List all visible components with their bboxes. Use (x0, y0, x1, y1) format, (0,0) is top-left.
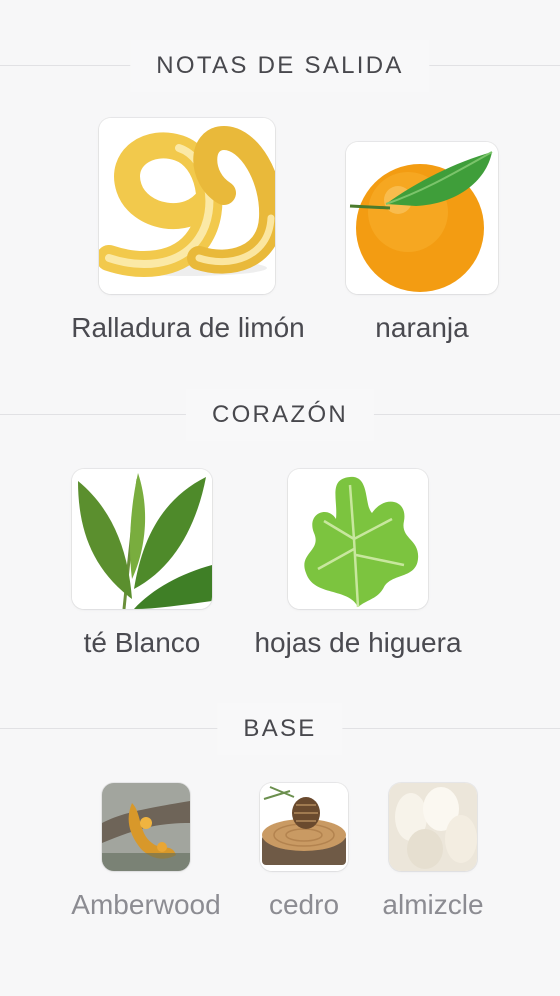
note-white-tea[interactable]: té Blanco (70, 469, 214, 669)
note-label: almizcle (382, 889, 484, 920)
section-header: BASE (0, 703, 560, 755)
lemon-zest-image (99, 118, 275, 294)
note-amberwood[interactable]: Amberwood (56, 783, 236, 933)
note-fig-leaves[interactable]: hojas de higuera (236, 469, 480, 669)
section-title: CORAZÓN (185, 389, 375, 441)
section-title: NOTAS DE SALIDA (130, 40, 430, 92)
orange-image (346, 142, 498, 294)
section-header: CORAZÓN (0, 389, 560, 441)
note-label: té Blanco (83, 627, 201, 658)
note-orange[interactable]: naranja (340, 118, 504, 358)
section-base-notes: BASE Amberwood cedro almizcle (0, 703, 560, 933)
section-heart-notes: CORAZÓN té Blanco hojas de higuera (0, 389, 560, 669)
note-label: naranja (375, 312, 469, 343)
note-musk[interactable]: almizcle (372, 783, 494, 933)
section-header: NOTAS DE SALIDA (0, 40, 560, 92)
tea-leaves-image (72, 469, 212, 609)
note-cedar[interactable]: cedro (258, 783, 350, 933)
note-lemon-zest[interactable]: Ralladura de limón (50, 118, 326, 358)
section-top-notes: NOTAS DE SALIDA Ralladura de limón naran… (0, 40, 560, 360)
note-label: Ralladura de limón (71, 312, 305, 343)
fig-leaf-image (288, 469, 428, 609)
note-label: hojas de higuera (254, 627, 462, 658)
section-title: BASE (217, 703, 343, 755)
cedar-log-image (260, 783, 348, 871)
note-label: cedro (268, 889, 340, 920)
amber-resin-image (102, 783, 190, 871)
musk-fluff-image (389, 783, 477, 871)
note-label: Amberwood (71, 889, 221, 920)
